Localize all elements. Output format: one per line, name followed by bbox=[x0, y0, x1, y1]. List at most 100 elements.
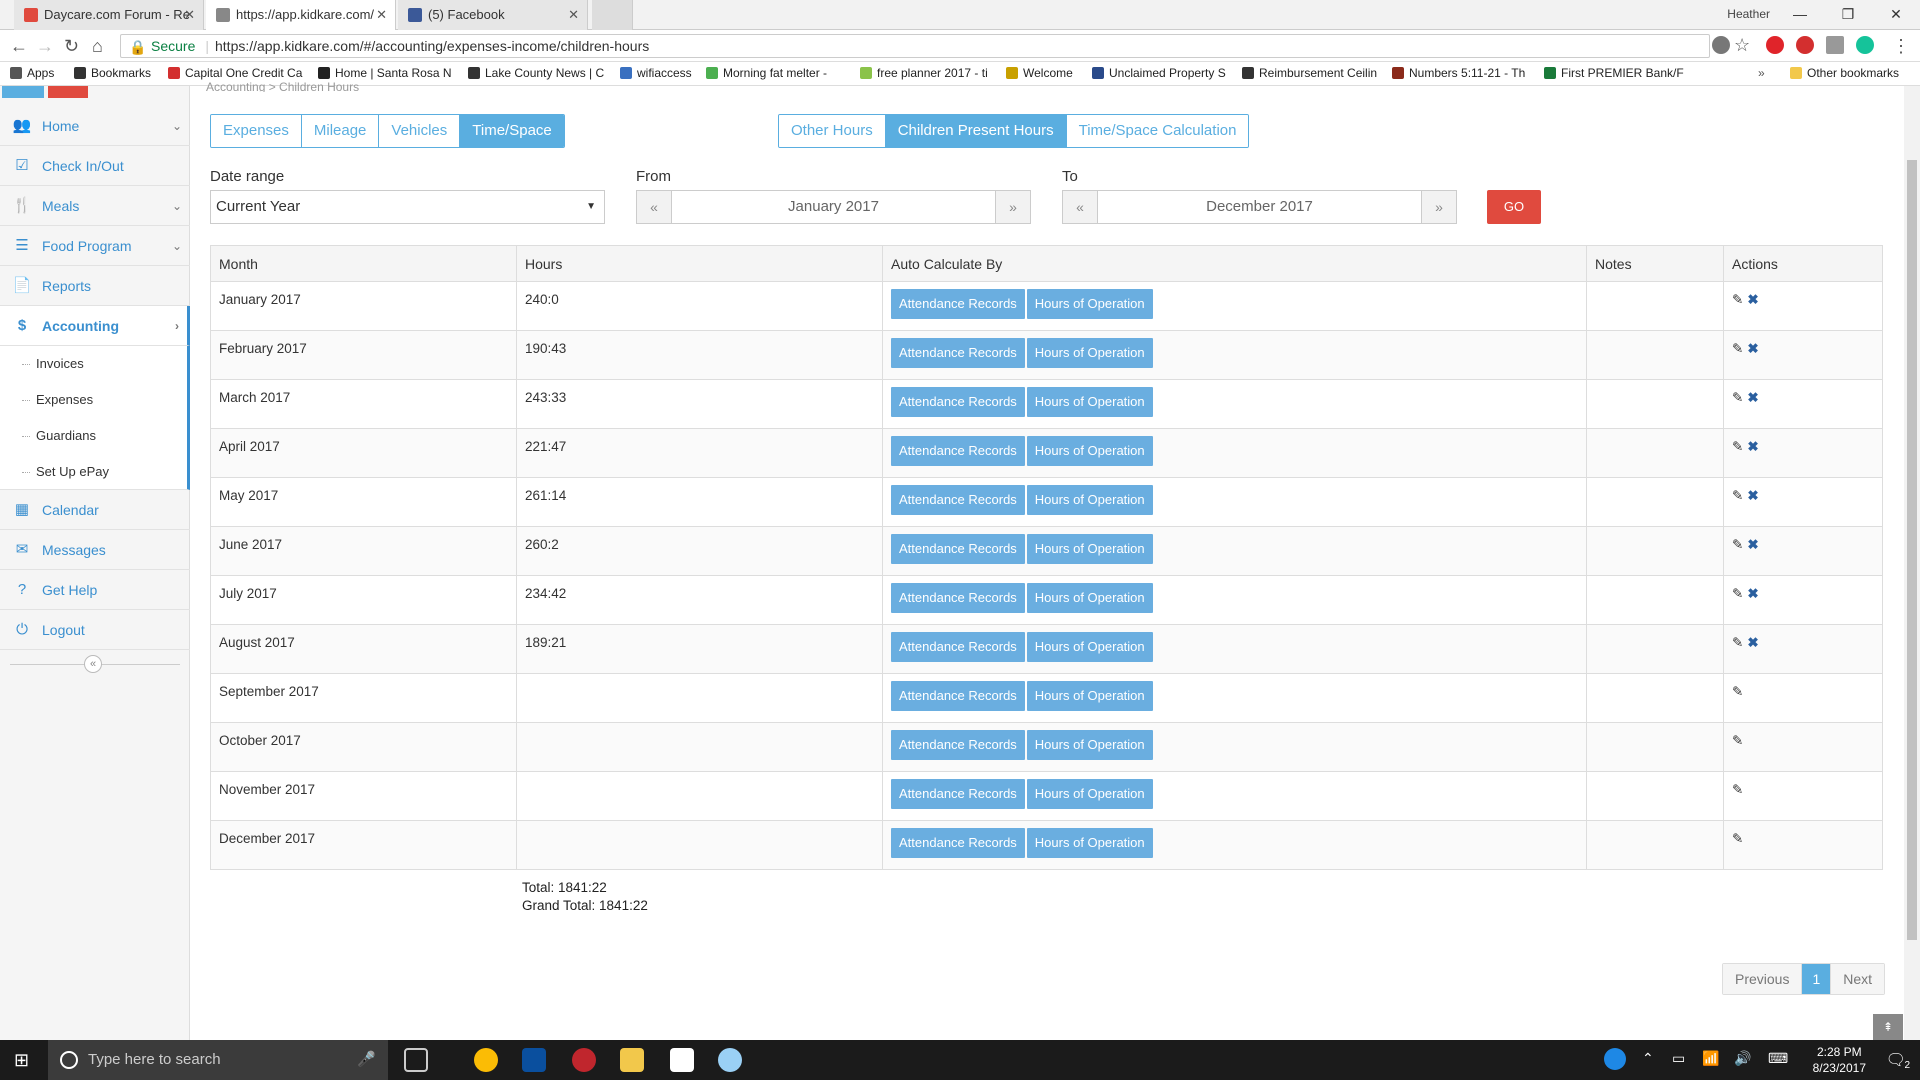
edit-icon[interactable]: ✎ bbox=[1732, 586, 1743, 601]
wifi-icon[interactable]: 📶 bbox=[1702, 1050, 1719, 1067]
extension-icon[interactable] bbox=[1826, 36, 1844, 54]
close-window-icon[interactable]: ✕ bbox=[1872, 0, 1920, 30]
hours-of-operation-button[interactable]: Hours of Operation bbox=[1026, 583, 1153, 613]
hours-of-operation-button[interactable]: Hours of Operation bbox=[1026, 436, 1153, 466]
edit-icon[interactable]: ✎ bbox=[1732, 831, 1743, 846]
close-icon[interactable]: ✕ bbox=[184, 0, 195, 30]
attendance-records-button[interactable]: Attendance Records bbox=[891, 681, 1025, 711]
attendance-records-button[interactable]: Attendance Records bbox=[891, 779, 1025, 809]
attendance-records-button[interactable]: Attendance Records bbox=[891, 730, 1025, 760]
home-icon[interactable]: ⌂ bbox=[92, 36, 103, 57]
bookmark[interactable]: Capital One Credit Ca bbox=[168, 66, 302, 80]
minimize-icon[interactable]: — bbox=[1776, 0, 1824, 30]
tab-mileage[interactable]: Mileage bbox=[301, 115, 380, 147]
go-button[interactable]: GO bbox=[1487, 190, 1541, 224]
delete-icon[interactable]: ✖ bbox=[1747, 292, 1758, 307]
edit-icon[interactable]: ✎ bbox=[1732, 488, 1743, 503]
edit-icon[interactable]: ✎ bbox=[1732, 390, 1743, 405]
attendance-records-button[interactable]: Attendance Records bbox=[891, 387, 1025, 417]
next-page-button[interactable]: Next bbox=[1831, 964, 1885, 994]
edit-icon[interactable]: ✎ bbox=[1732, 733, 1743, 748]
back-icon[interactable]: ← bbox=[10, 36, 28, 57]
edit-icon[interactable]: ✎ bbox=[1732, 341, 1743, 356]
close-icon[interactable]: ✕ bbox=[568, 0, 579, 30]
sidebar-top-blue-button[interactable] bbox=[2, 86, 44, 98]
music-icon[interactable] bbox=[522, 1048, 546, 1072]
sidebar-item-messages[interactable]: ✉ Messages bbox=[0, 530, 190, 570]
scroll-to-top-icon[interactable]: ⇞ bbox=[1873, 1014, 1903, 1040]
sidebar-top-red-button[interactable] bbox=[48, 86, 88, 98]
bookmark[interactable]: Numbers 5:11-21 - Th bbox=[1392, 66, 1525, 80]
bookmark[interactable]: Unclaimed Property S bbox=[1092, 66, 1226, 80]
opera-icon[interactable] bbox=[1766, 36, 1784, 54]
hours-of-operation-button[interactable]: Hours of Operation bbox=[1026, 730, 1153, 760]
battery-icon[interactable]: ▭ bbox=[1672, 1050, 1685, 1067]
new-tab-button[interactable] bbox=[592, 0, 633, 30]
translate-icon[interactable] bbox=[1712, 36, 1730, 54]
edit-icon[interactable]: ✎ bbox=[1732, 684, 1743, 699]
chrome-icon[interactable] bbox=[474, 1048, 498, 1072]
edit-icon[interactable]: ✎ bbox=[1732, 439, 1743, 454]
bookmarks-overflow-icon[interactable]: » bbox=[1758, 66, 1765, 80]
taskbar-search[interactable]: Type here to search 🎤 bbox=[48, 1040, 388, 1080]
volume-icon[interactable]: 🔊 bbox=[1734, 1050, 1751, 1067]
attendance-records-button[interactable]: Attendance Records bbox=[891, 338, 1025, 368]
scrollbar-thumb[interactable] bbox=[1907, 160, 1917, 940]
bookmark[interactable]: First PREMIER Bank/F bbox=[1544, 66, 1684, 80]
next-month-icon[interactable]: » bbox=[1422, 191, 1456, 223]
edit-icon[interactable]: ✎ bbox=[1732, 635, 1743, 650]
from-value[interactable]: January 2017 bbox=[671, 191, 996, 223]
menu-icon[interactable]: ⋮ bbox=[1892, 36, 1910, 57]
tab-children-present-hours[interactable]: Children Present Hours bbox=[885, 115, 1067, 147]
next-month-icon[interactable]: » bbox=[996, 191, 1030, 223]
delete-icon[interactable]: ✖ bbox=[1747, 390, 1758, 405]
sidebar-item-logout[interactable]: ⏻ Logout bbox=[0, 610, 190, 650]
tab-vehicles[interactable]: Vehicles bbox=[379, 115, 461, 147]
hours-of-operation-button[interactable]: Hours of Operation bbox=[1026, 485, 1153, 515]
hours-of-operation-button[interactable]: Hours of Operation bbox=[1026, 681, 1153, 711]
hours-of-operation-button[interactable]: Hours of Operation bbox=[1026, 387, 1153, 417]
bookmark[interactable]: Bookmarks bbox=[74, 66, 151, 80]
sidebar-item-meals[interactable]: 🍴 Meals ⌄ bbox=[0, 186, 190, 226]
date-range-select[interactable]: Current Year ▼ bbox=[210, 190, 605, 224]
store-icon[interactable] bbox=[670, 1048, 694, 1072]
file-explorer-icon[interactable] bbox=[620, 1048, 644, 1072]
collapse-sidebar-icon[interactable]: « bbox=[84, 655, 102, 673]
delete-icon[interactable]: ✖ bbox=[1747, 635, 1758, 650]
browser-tab[interactable]: Daycare.com Forum - Re ✕ bbox=[14, 0, 204, 30]
page-number[interactable]: 1 bbox=[1802, 964, 1832, 994]
paint-icon[interactable] bbox=[718, 1048, 742, 1072]
hours-of-operation-button[interactable]: Hours of Operation bbox=[1026, 534, 1153, 564]
hours-of-operation-button[interactable]: Hours of Operation bbox=[1026, 289, 1153, 319]
delete-icon[interactable]: ✖ bbox=[1747, 586, 1758, 601]
hours-of-operation-button[interactable]: Hours of Operation bbox=[1026, 779, 1153, 809]
hours-of-operation-button[interactable]: Hours of Operation bbox=[1026, 632, 1153, 662]
bookmark[interactable]: free planner 2017 - ti bbox=[860, 66, 988, 80]
restore-icon[interactable]: ❐ bbox=[1824, 0, 1872, 30]
sidebar-subitem-invoices[interactable]: Invoices bbox=[0, 346, 190, 382]
prev-month-icon[interactable]: « bbox=[637, 191, 671, 223]
prev-month-icon[interactable]: « bbox=[1063, 191, 1097, 223]
reload-icon[interactable]: ↻ bbox=[64, 36, 79, 57]
bookmark[interactable]: Welcome bbox=[1006, 66, 1073, 80]
microphone-icon[interactable]: 🎤 bbox=[357, 1040, 376, 1080]
attendance-records-button[interactable]: Attendance Records bbox=[891, 436, 1025, 466]
attendance-records-button[interactable]: Attendance Records bbox=[891, 583, 1025, 613]
browser-tab[interactable]: (5) Facebook ✕ bbox=[398, 0, 588, 30]
notifications-icon[interactable]: 🗨 bbox=[1886, 1050, 1906, 1070]
keyboard-icon[interactable]: ⌨ bbox=[1768, 1050, 1788, 1067]
windows-start-icon[interactable]: ⊞ bbox=[14, 1050, 29, 1071]
help-tray-icon[interactable] bbox=[1604, 1048, 1626, 1070]
sidebar-subitem-setup-epay[interactable]: Set Up ePay bbox=[0, 454, 190, 490]
bookmark[interactable]: Home | Santa Rosa N bbox=[318, 66, 452, 80]
bookmark[interactable]: Morning fat melter - bbox=[706, 66, 827, 80]
edit-icon[interactable]: ✎ bbox=[1732, 782, 1743, 797]
bookmark[interactable]: Reimbursement Ceilin bbox=[1242, 66, 1377, 80]
browser-user[interactable]: Heather bbox=[1727, 7, 1770, 21]
breadcrumb[interactable]: Accounting > Children Hours bbox=[206, 80, 359, 92]
adblock-icon[interactable] bbox=[1796, 36, 1814, 54]
sidebar-item-accounting[interactable]: $ Accounting › bbox=[0, 306, 190, 346]
delete-icon[interactable]: ✖ bbox=[1747, 341, 1758, 356]
bookmark[interactable]: wifiaccess bbox=[620, 66, 692, 80]
delete-icon[interactable]: ✖ bbox=[1747, 488, 1758, 503]
